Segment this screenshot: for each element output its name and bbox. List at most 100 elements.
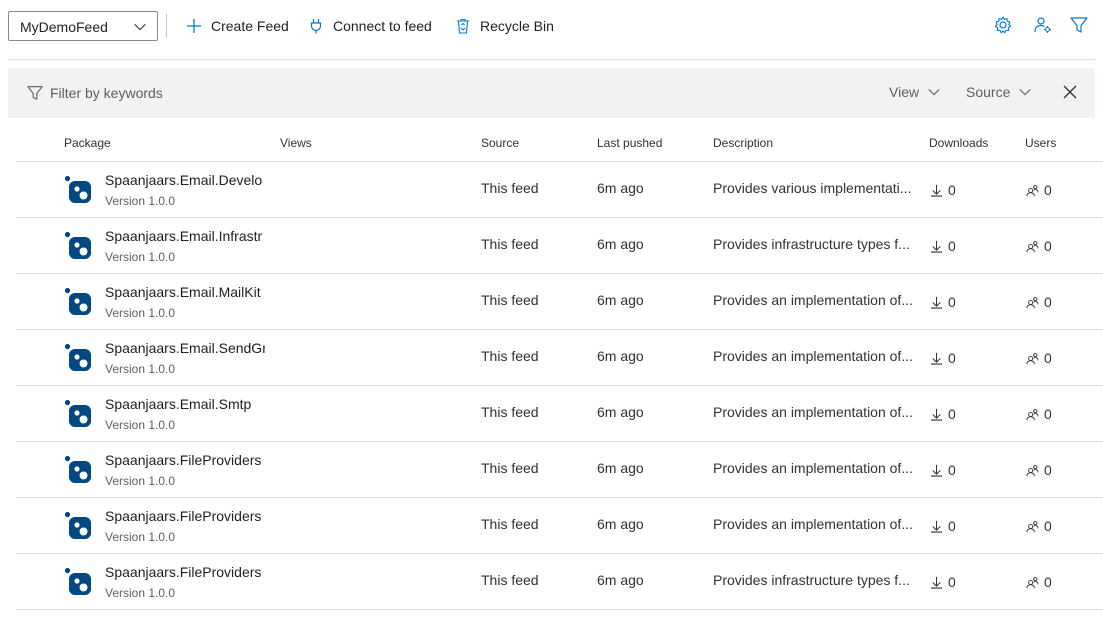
keyword-filter-input[interactable]: [50, 82, 830, 104]
users-count: 0: [1026, 238, 1052, 254]
nuget-package-icon: [64, 511, 91, 539]
table-row[interactable]: Spaanjaars.FileProviders Version 1.0.0 T…: [16, 554, 1103, 610]
package-name[interactable]: Spaanjaars.FileProviders: [105, 452, 265, 468]
download-arrow-icon: [930, 296, 943, 309]
table-row[interactable]: Spaanjaars.Email.Smtp Version 1.0.0 This…: [16, 386, 1103, 442]
recycle-bin-label: Recycle Bin: [480, 18, 554, 34]
users-icon: [1026, 520, 1039, 532]
chevron-down-icon: [928, 88, 940, 96]
create-feed-button[interactable]: Create Feed: [186, 14, 289, 38]
package-source: This feed: [481, 516, 539, 532]
package-last-pushed: 6m ago: [597, 292, 644, 308]
nuget-package-icon: [64, 399, 91, 427]
package-version: Version 1.0.0: [105, 586, 176, 600]
table-row[interactable]: Spaanjaars.Email.SendGr Version 1.0.0 Th…: [16, 330, 1103, 386]
table-row[interactable]: Spaanjaars.Email.MailKit Version 1.0.0 T…: [16, 274, 1103, 330]
package-name[interactable]: Spaanjaars.Email.Develo: [105, 172, 265, 188]
package-name[interactable]: Spaanjaars.Email.Smtp: [105, 396, 265, 412]
view-filter-label: View: [889, 84, 920, 100]
close-icon[interactable]: [1062, 84, 1078, 100]
source-filter-dropdown[interactable]: Source: [966, 84, 1032, 100]
downloads-count: 0: [930, 238, 956, 254]
downloads-value: 0: [948, 462, 956, 478]
package-description: Provides an implementation of...: [713, 516, 913, 532]
users-icon: [1026, 464, 1039, 476]
feed-selector-dropdown[interactable]: MyDemoFeed: [8, 11, 158, 41]
users-icon: [1026, 240, 1039, 252]
chevron-down-icon: [1019, 88, 1032, 96]
users-icon: [1026, 184, 1039, 196]
view-filter-dropdown[interactable]: View: [889, 84, 941, 100]
users-count: 0: [1026, 574, 1052, 590]
package-name[interactable]: Spaanjaars.Email.MailKit: [105, 284, 265, 300]
nuget-package-icon: [64, 231, 91, 259]
package-version: Version 1.0.0: [105, 474, 176, 488]
connect-to-feed-button[interactable]: Connect to feed: [308, 14, 432, 38]
table-row[interactable]: Spaanjaars.FileProviders Version 1.0.0 T…: [16, 442, 1103, 498]
column-header-source[interactable]: Source: [481, 136, 519, 150]
package-source: This feed: [481, 460, 539, 476]
package-name[interactable]: Spaanjaars.FileProviders: [105, 564, 265, 580]
recycle-bin-button[interactable]: Recycle Bin: [455, 14, 554, 38]
downloads-count: 0: [930, 462, 956, 478]
column-header-views[interactable]: Views: [280, 136, 312, 150]
package-source: This feed: [481, 572, 539, 588]
package-name[interactable]: Spaanjaars.Email.Infrastr: [105, 228, 265, 244]
column-header-last-pushed[interactable]: Last pushed: [597, 136, 662, 150]
downloads-value: 0: [948, 294, 956, 310]
column-header-description[interactable]: Description: [713, 136, 773, 150]
download-arrow-icon: [930, 408, 943, 421]
package-source: This feed: [481, 180, 539, 196]
table-row[interactable]: Spaanjaars.Email.Develo Version 1.0.0 Th…: [16, 162, 1103, 218]
recycle-bin-icon: [457, 18, 469, 34]
users-value: 0: [1044, 350, 1052, 366]
gear-icon[interactable]: [993, 15, 1013, 35]
users-value: 0: [1044, 462, 1052, 478]
table-row[interactable]: Spaanjaars.FileProviders Version 1.0.0 T…: [16, 498, 1103, 554]
users-count: 0: [1026, 406, 1052, 422]
package-last-pushed: 6m ago: [597, 348, 644, 364]
packages-table: Package Views Source Last pushed Descrip…: [16, 128, 1103, 610]
downloads-count: 0: [930, 574, 956, 590]
permissions-icon[interactable]: [1033, 15, 1053, 35]
plus-icon: [187, 19, 201, 33]
downloads-value: 0: [948, 238, 956, 254]
downloads-count: 0: [930, 350, 956, 366]
create-feed-label: Create Feed: [211, 18, 289, 34]
toolbar-divider: [8, 59, 1095, 60]
package-source: This feed: [481, 292, 539, 308]
nuget-package-icon: [64, 175, 91, 203]
package-description: Provides an implementation of...: [713, 292, 913, 308]
users-count: 0: [1026, 350, 1052, 366]
feed-selector-value: MyDemoFeed: [20, 19, 108, 35]
download-arrow-icon: [930, 520, 943, 533]
users-value: 0: [1044, 518, 1052, 534]
users-icon: [1026, 352, 1039, 364]
downloads-count: 0: [930, 518, 956, 534]
package-name[interactable]: Spaanjaars.Email.SendGr: [105, 340, 265, 356]
package-last-pushed: 6m ago: [597, 572, 644, 588]
nuget-package-icon: [64, 567, 91, 595]
filter-toggle-icon[interactable]: [1069, 15, 1089, 35]
download-arrow-icon: [930, 240, 943, 253]
column-header-package[interactable]: Package: [64, 136, 111, 150]
package-description: Provides an implementation of...: [713, 404, 913, 420]
column-header-users[interactable]: Users: [1025, 136, 1056, 150]
users-count: 0: [1026, 294, 1052, 310]
users-icon: [1026, 296, 1039, 308]
downloads-value: 0: [948, 518, 956, 534]
download-arrow-icon: [930, 352, 943, 365]
filter-bar: View Source: [8, 68, 1095, 118]
table-row[interactable]: Spaanjaars.Email.Infrastr Version 1.0.0 …: [16, 218, 1103, 274]
package-source: This feed: [481, 236, 539, 252]
toolbar-separator: [166, 14, 167, 38]
column-header-downloads[interactable]: Downloads: [929, 136, 988, 150]
package-source: This feed: [481, 404, 539, 420]
toolbar: MyDemoFeed Create Feed Connect to feed R…: [0, 0, 1103, 52]
package-name[interactable]: Spaanjaars.FileProviders: [105, 508, 265, 524]
package-last-pushed: 6m ago: [597, 404, 644, 420]
package-last-pushed: 6m ago: [597, 516, 644, 532]
nuget-package-icon: [64, 287, 91, 315]
users-icon: [1026, 408, 1039, 420]
users-icon: [1026, 576, 1039, 588]
